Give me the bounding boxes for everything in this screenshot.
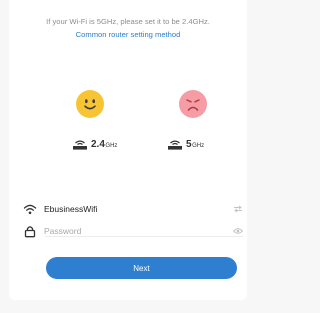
router-icon bbox=[168, 140, 182, 150]
switch-arrows-icon[interactable] bbox=[233, 205, 243, 213]
band-24-value: 2.4 bbox=[91, 139, 105, 150]
wifi-icon bbox=[23, 204, 37, 215]
band-5ghz: 5 GHz bbox=[167, 136, 204, 150]
router-icon bbox=[73, 140, 87, 150]
next-button[interactable]: Next bbox=[46, 257, 237, 279]
ssid-value: EbusinessWifi bbox=[44, 204, 98, 214]
password-divider bbox=[45, 236, 243, 237]
band-5-value: 5 bbox=[186, 139, 192, 150]
lock-icon bbox=[24, 226, 36, 238]
band-24-unit: GHz bbox=[105, 143, 118, 149]
band-tip-text: If your Wi-Fi is 5GHz, please set it to … bbox=[46, 17, 210, 26]
eye-icon[interactable] bbox=[233, 227, 243, 235]
router-setting-link[interactable]: Common router setting method bbox=[9, 30, 247, 39]
happy-face-icon bbox=[76, 90, 104, 118]
wifi-setup-card: If your Wi-Fi is 5GHz, please set it to … bbox=[9, 0, 247, 300]
band-5-unit: GHz bbox=[192, 143, 205, 149]
sad-face-icon bbox=[179, 90, 207, 118]
password-row bbox=[23, 217, 247, 247]
band-24ghz: 2.4 GHz bbox=[72, 136, 117, 150]
